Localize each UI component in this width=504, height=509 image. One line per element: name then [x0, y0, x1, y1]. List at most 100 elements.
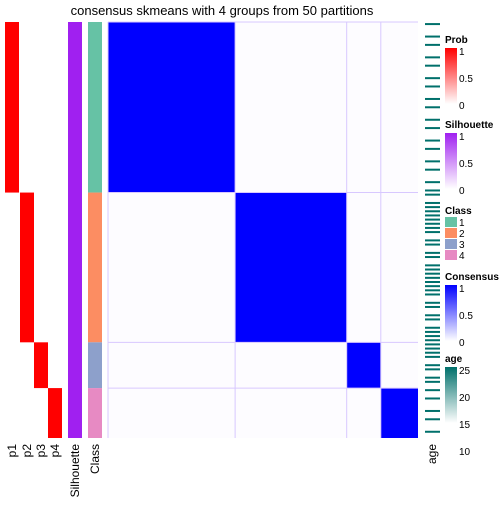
- age-cell: [425, 118, 440, 121]
- consensus-block-1: [108, 22, 236, 193]
- consensus-block-4: [380, 388, 418, 438]
- age-cell: [425, 389, 440, 392]
- age-cell: [425, 376, 440, 379]
- age-cell: [425, 339, 440, 342]
- consensus-legend-title: Consensus: [445, 272, 499, 283]
- age-cell: [425, 343, 440, 346]
- class-legend-label-4: 4: [459, 251, 465, 262]
- age-cell: [425, 106, 440, 109]
- age-cell: [425, 301, 440, 304]
- silhouette-legend-tick: 0.5: [459, 159, 473, 170]
- age-cell: [425, 268, 440, 271]
- silhouette-legend-tick: 0: [459, 186, 465, 197]
- class-legend-title: Class: [445, 206, 472, 217]
- prob-cell-p3: [34, 342, 48, 389]
- age-cell: [425, 409, 440, 412]
- age-cell: [425, 272, 440, 275]
- class-cell-2: [88, 192, 102, 343]
- age-cell: [425, 256, 440, 259]
- class-legend-label-2: 2: [459, 229, 465, 240]
- class-legend-label-1: 1: [459, 218, 465, 229]
- age-cell: [425, 193, 440, 196]
- age-cell: [425, 160, 440, 163]
- age-cell: [425, 335, 440, 338]
- age-cell: [425, 168, 440, 171]
- prob-legend-tick: 0.5: [459, 74, 473, 85]
- age-cell: [425, 243, 440, 246]
- column-label-p3: p3: [34, 444, 48, 458]
- age-legend-tick: 20: [459, 393, 471, 404]
- age-cell: [425, 35, 440, 38]
- column-label-silhouette: Silhouette: [68, 444, 82, 498]
- age-cell: [425, 430, 440, 433]
- age-legend-gradient: [445, 367, 457, 423]
- consensus-block-2: [235, 192, 347, 343]
- class-legend-label-3: 3: [459, 240, 465, 251]
- prob-legend-tick: 1: [459, 47, 465, 58]
- age-cell: [425, 281, 440, 283]
- age-cell: [425, 351, 440, 354]
- column-label-age: age: [425, 444, 439, 464]
- age-cell: [425, 264, 440, 267]
- age-cell: [425, 214, 440, 217]
- column-label-p2: p2: [20, 444, 34, 458]
- age-legend-tick: 10: [459, 447, 471, 458]
- consensus-legend-tick: 0: [459, 338, 465, 349]
- silhouette-legend-tick: 1: [459, 132, 465, 143]
- age-cell: [425, 397, 440, 400]
- age-cell: [425, 201, 440, 204]
- age-cell: [425, 97, 440, 100]
- age-cell: [425, 289, 440, 292]
- age-cell: [425, 368, 440, 371]
- age-cell: [425, 23, 440, 26]
- age-cell: [425, 226, 440, 229]
- age-cell: [425, 330, 440, 333]
- consensus-heatmap-chart: consensus skmeans with 4 groups from 50 …: [5, 3, 499, 498]
- column-label-p1: p1: [5, 444, 19, 458]
- age-cell: [425, 326, 440, 329]
- age-cell: [425, 380, 440, 383]
- prob-legend-tick: 0: [459, 101, 465, 112]
- age-cell: [425, 43, 440, 46]
- class-cell-1: [88, 22, 102, 193]
- class-legend-swatch-3: [445, 239, 457, 249]
- prob-legend-gradient: [445, 48, 457, 104]
- age-cell: [425, 231, 440, 234]
- class-legend-swatch-4: [445, 250, 457, 260]
- age-cell: [425, 85, 440, 88]
- class-cell-3: [88, 342, 102, 389]
- chart-title: consensus skmeans with 4 groups from 50 …: [71, 3, 374, 18]
- class-cell-4: [88, 388, 102, 438]
- class-legend-swatch-2: [445, 228, 457, 238]
- age-cell: [425, 127, 440, 130]
- age-cell: [425, 355, 440, 358]
- age-cell: [425, 418, 440, 421]
- age-cell: [425, 139, 440, 142]
- age-cell: [425, 181, 440, 184]
- silhouette-legend-gradient: [445, 133, 457, 189]
- consensus-block-3: [346, 342, 381, 389]
- consensus-legend-tick: 1: [459, 284, 465, 295]
- age-cell: [425, 314, 440, 317]
- age-cell: [425, 206, 440, 209]
- age-cell: [425, 189, 440, 192]
- prob-cell-p4: [48, 388, 62, 438]
- age-cell: [425, 364, 440, 367]
- consensus-legend-gradient: [445, 285, 457, 341]
- age-cell: [425, 318, 440, 321]
- age-cell: [425, 147, 440, 150]
- consensus-legend-tick: 0.5: [459, 311, 473, 322]
- prob-legend-title: Prob: [445, 35, 468, 46]
- age-cell: [425, 276, 440, 279]
- age-cell: [425, 64, 440, 67]
- silhouette-bar: [68, 22, 82, 438]
- column-label-p4: p4: [48, 444, 62, 458]
- age-cell: [425, 210, 440, 213]
- prob-cell-p1: [5, 22, 19, 193]
- age-cell: [425, 239, 440, 242]
- age-cell: [425, 56, 440, 59]
- age-legend-tick: 15: [459, 420, 471, 431]
- age-cell: [425, 222, 440, 225]
- age-cell: [425, 305, 440, 308]
- age-cell: [425, 77, 440, 80]
